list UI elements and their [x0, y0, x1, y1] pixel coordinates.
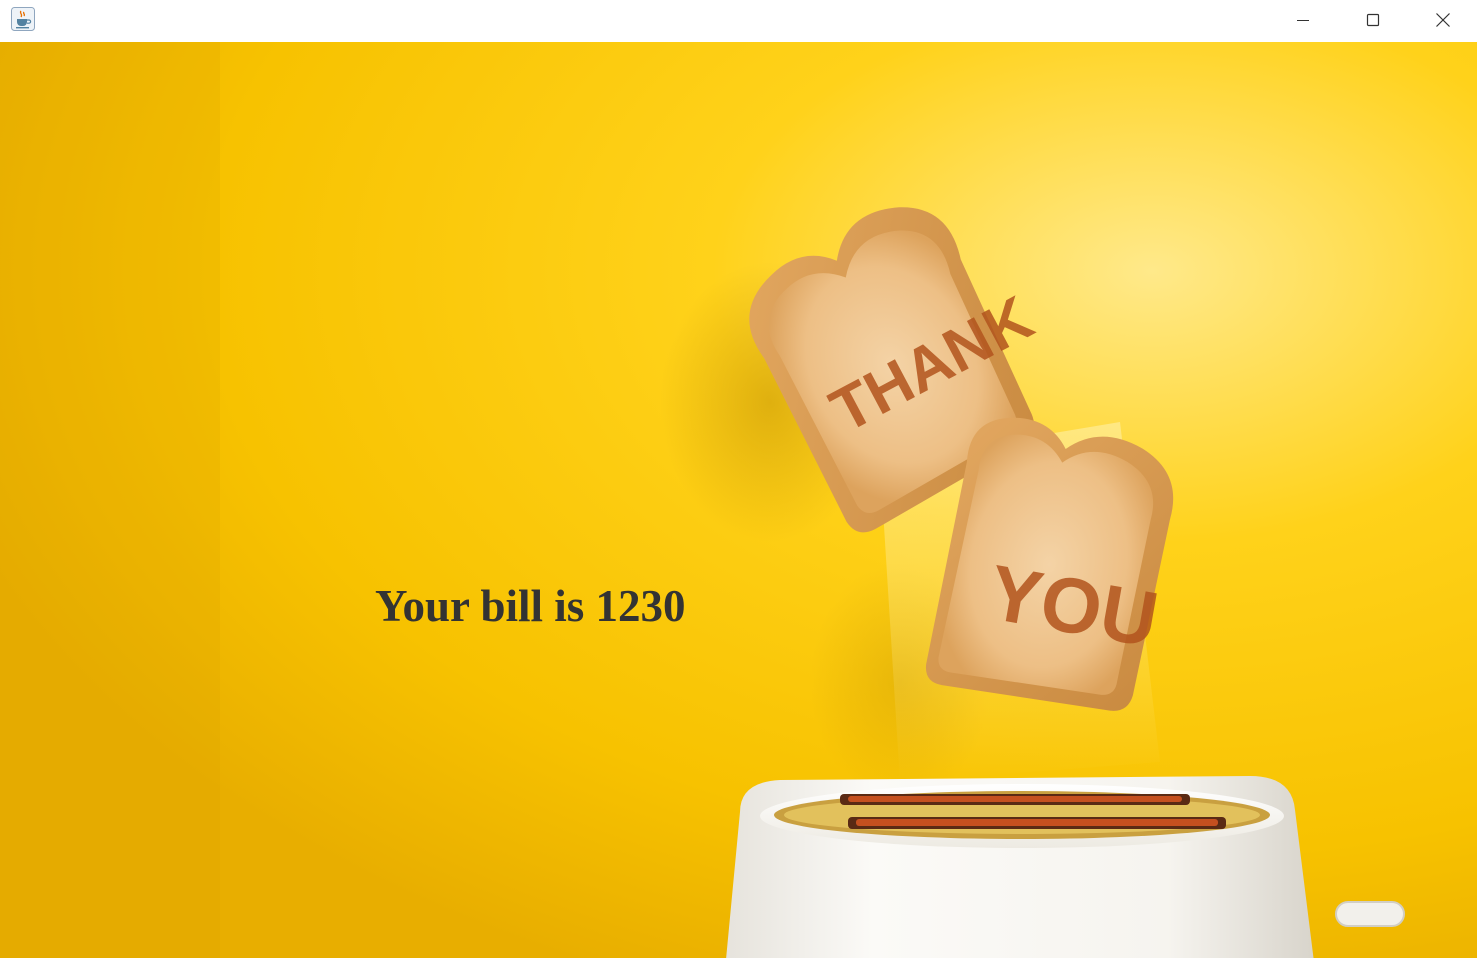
close-button[interactable] — [1408, 0, 1477, 40]
maximize-button[interactable] — [1338, 0, 1408, 40]
minimize-icon — [1297, 20, 1309, 21]
bill-total-label: Your bill is 1230 — [375, 581, 686, 631]
maximize-icon — [1366, 13, 1380, 27]
close-icon — [1436, 13, 1450, 27]
thank-you-toast-background: THANK YOU — [0, 42, 1477, 958]
minimize-button[interactable] — [1268, 0, 1338, 40]
title-bar[interactable] — [0, 0, 1477, 42]
app-window: THANK YOU Your bill is 1230 — [0, 0, 1477, 958]
java-cup-icon[interactable] — [11, 7, 35, 31]
content-panel: THANK YOU Your bill is 1230 — [0, 42, 1477, 958]
